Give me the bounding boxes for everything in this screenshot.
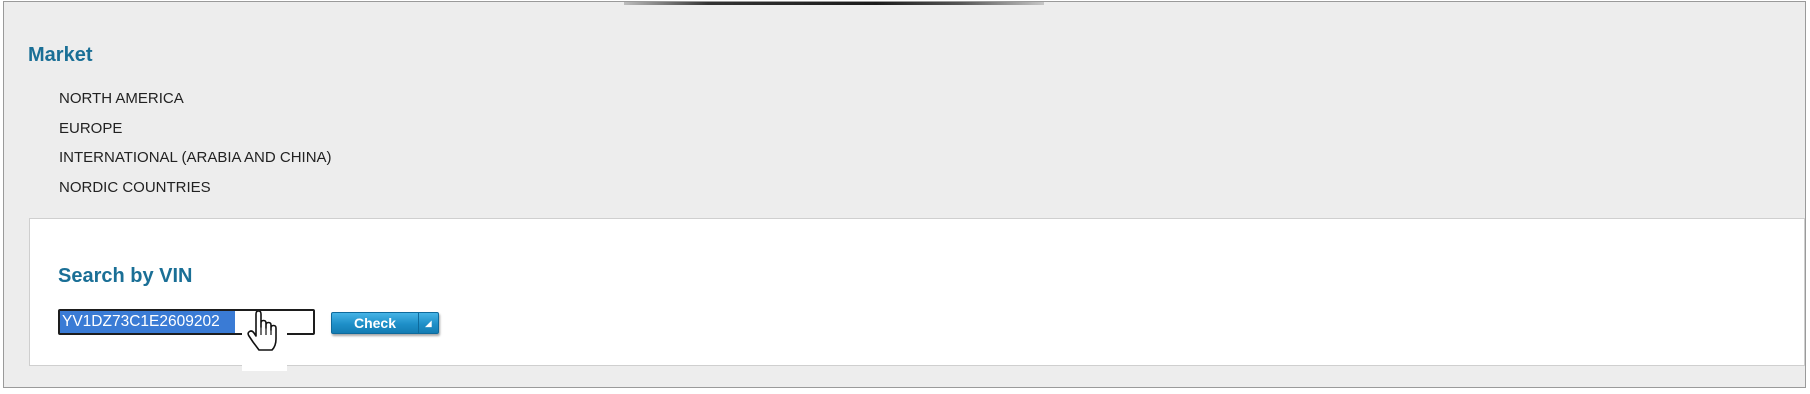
- market-list: NORTH AMERICA EUROPE INTERNATIONAL (ARAB…: [59, 89, 332, 207]
- vin-search-title: Search by VIN: [58, 265, 193, 287]
- check-button-label: Check: [353, 315, 397, 331]
- vin-search-panel: Search by VIN Check ◢: [29, 218, 1805, 371]
- market-title: Market: [28, 44, 93, 66]
- hand-pointer-icon: [247, 311, 277, 351]
- header-image-edge: [624, 2, 1044, 5]
- market-item-nordic-countries[interactable]: NORDIC COUNTRIES: [59, 178, 332, 208]
- check-button[interactable]: Check ◢: [331, 312, 439, 334]
- page-frame: Market NORTH AMERICA EUROPE INTERNATIONA…: [3, 1, 1806, 388]
- triangle-corner-icon[interactable]: ◢: [418, 313, 438, 333]
- market-item-europe[interactable]: EUROPE: [59, 119, 332, 149]
- cursor-overlay: [242, 311, 298, 371]
- market-item-international[interactable]: INTERNATIONAL (ARABIA AND CHINA): [59, 148, 332, 178]
- market-item-north-america[interactable]: NORTH AMERICA: [59, 89, 332, 119]
